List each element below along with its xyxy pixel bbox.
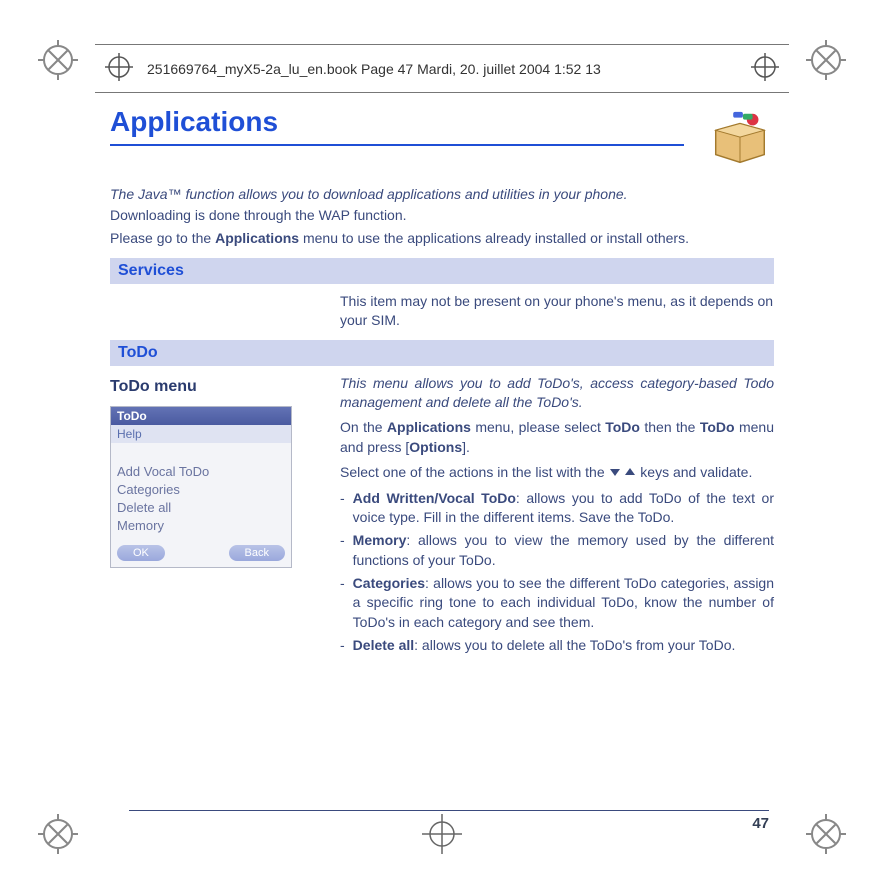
phone-softkey-ok: OK [117, 545, 165, 561]
option-label: Memory [353, 532, 407, 548]
phone-item: Memory [117, 517, 285, 535]
page-title: Applications [110, 106, 684, 146]
phone-item: Add Vocal ToDo [117, 463, 285, 481]
todo-p2-b: keys and validate. [640, 464, 752, 480]
ornament-top-left [38, 40, 78, 80]
todo-p1-b4: Options [409, 439, 462, 455]
option-label: Add Written/Vocal ToDo [353, 490, 516, 506]
option-item: -Categories: allows you to see the diffe… [340, 574, 774, 632]
todo-subhead: ToDo menu [110, 378, 320, 396]
phone-softkey-back: Back [229, 545, 285, 561]
phone-screenshot: ToDo Help Add Vocal ToDo Categories Dele… [110, 406, 292, 569]
option-label: Categories [353, 575, 425, 591]
intro-line3-a: Please go to the [110, 230, 215, 246]
todo-p1-d: then the [640, 419, 700, 435]
todo-p1-b1: Applications [387, 419, 471, 435]
services-body: This item may not be present on your pho… [340, 292, 774, 330]
todo-desc-italic: This menu allows you to add ToDo's, acce… [340, 374, 774, 413]
phone-help: Help [111, 425, 291, 443]
arrow-down-icon [609, 463, 621, 482]
crop-mark-right-icon [751, 53, 779, 84]
todo-p1-f: ]. [462, 439, 470, 455]
intro-line3: Please go to the Applications menu to us… [110, 229, 774, 248]
crop-mark-left-icon [105, 53, 133, 84]
phone-item: Delete all [117, 499, 285, 517]
intro-line3-bold: Applications [215, 230, 299, 246]
intro-line3-b: menu to use the applications already ins… [299, 230, 689, 246]
todo-p1-b3: ToDo [700, 419, 735, 435]
phone-item: Categories [117, 481, 285, 499]
todo-p1-a: On the [340, 419, 387, 435]
intro-line2: Downloading is done through the WAP func… [110, 206, 774, 225]
crosshair-bottom-center [422, 814, 462, 854]
todo-p1-b2: ToDo [605, 419, 640, 435]
header-meta-bar: 251669764_myX5-2a_lu_en.book Page 47 Mar… [95, 44, 789, 93]
todo-p1: On the Applications menu, please select … [340, 418, 774, 457]
option-label: Delete all [353, 637, 414, 653]
applications-box-icon [706, 106, 774, 164]
todo-p2-a: Select one of the actions in the list wi… [340, 464, 609, 480]
section-services-bar: Services [110, 258, 774, 284]
option-text: : allows you to view the memory used by … [353, 532, 774, 567]
ornament-top-right [806, 40, 846, 80]
todo-options-list: -Add Written/Vocal ToDo: allows you to a… [340, 489, 774, 656]
todo-p2: Select one of the actions in the list wi… [340, 463, 774, 483]
option-item: -Memory: allows you to view the memory u… [340, 531, 774, 570]
arrow-up-icon [624, 463, 636, 482]
phone-title: ToDo [111, 407, 291, 425]
intro-italic: The Java™ function allows you to downloa… [110, 186, 774, 202]
phone-items: Add Vocal ToDo Categories Delete all Mem… [111, 461, 291, 542]
option-item: -Add Written/Vocal ToDo: allows you to a… [340, 489, 774, 528]
ornament-bottom-left [38, 814, 78, 854]
section-todo-bar: ToDo [110, 340, 774, 366]
todo-p1-c: menu, please select [471, 419, 605, 435]
option-text: : allows you to delete all the ToDo's fr… [414, 637, 735, 653]
ornament-bottom-right [806, 814, 846, 854]
header-meta-text: 251669764_myX5-2a_lu_en.book Page 47 Mar… [147, 61, 737, 77]
option-item: -Delete all: allows you to delete all th… [340, 636, 774, 655]
